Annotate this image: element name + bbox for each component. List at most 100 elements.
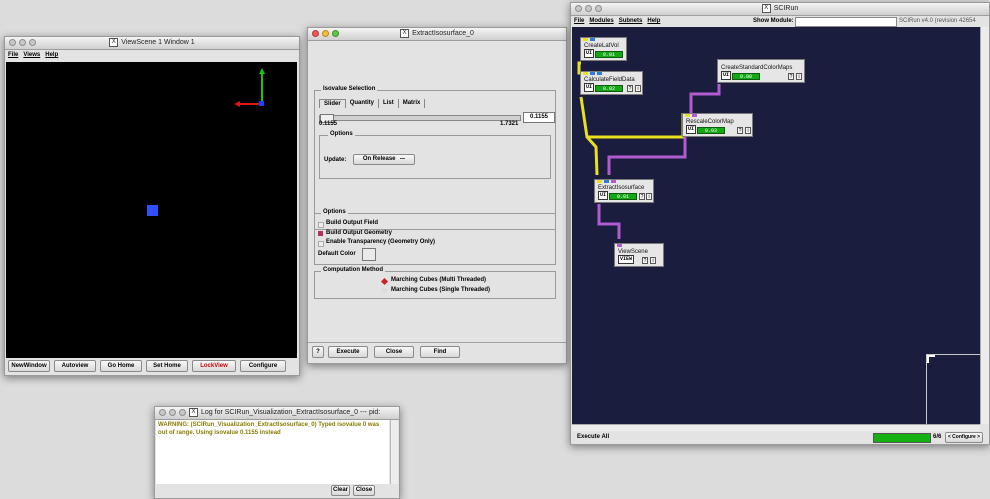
module-viewscene[interactable]: ViewScene VIEW ? i	[614, 243, 664, 267]
lockview-button[interactable]: LockView	[192, 360, 236, 372]
set-home-button[interactable]: Set Home	[146, 360, 188, 372]
menu-file[interactable]: File	[574, 16, 584, 26]
execute-button[interactable]: Execute	[328, 346, 368, 358]
module-ui-button[interactable]: UI	[721, 71, 732, 80]
tab-quantity[interactable]: Quantity	[346, 99, 380, 108]
extract-title: ExtractIsosurface_0	[412, 30, 474, 37]
build-field-checkbox[interactable]	[318, 222, 324, 228]
module-info-button[interactable]: i	[745, 127, 751, 134]
render-viewport[interactable]	[6, 62, 297, 358]
build-geometry-checkbox[interactable]	[318, 231, 323, 236]
tab-list[interactable]: List	[379, 99, 399, 108]
show-module-input[interactable]	[795, 17, 897, 27]
conn-calc-rescale	[587, 113, 685, 139]
zoom-window-button[interactable]	[29, 39, 36, 46]
tab-matrix[interactable]: Matrix	[399, 99, 426, 108]
log-message: WARNING: (SCIRun_Visualization_ExtractIs…	[158, 422, 380, 436]
menu-views[interactable]: Views	[23, 50, 40, 60]
show-module-label: Show Module:	[753, 18, 794, 24]
log-close-button[interactable]: Close	[353, 485, 375, 496]
module-info-button[interactable]: i	[646, 193, 652, 200]
module-help-button[interactable]: ?	[642, 257, 648, 264]
vertical-scrollbar[interactable]	[980, 27, 989, 424]
module-info-button[interactable]: i	[635, 85, 641, 92]
menu-modules[interactable]: Modules	[589, 16, 613, 26]
update-dropdown[interactable]: On Release	[353, 154, 415, 165]
scirun-menubar: File Modules Subnets Help Show Module: S…	[571, 16, 989, 27]
menu-help[interactable]: Help	[45, 50, 58, 60]
module-ui-button[interactable]: UI	[584, 83, 595, 92]
module-help-button[interactable]: ?	[639, 193, 645, 200]
isovalue-selection-label: Isovalue Selection	[321, 86, 378, 92]
configure-button[interactable]: Configure	[240, 360, 286, 372]
minimize-window-button[interactable]	[19, 39, 26, 46]
log-text-area[interactable]: WARNING: (SCIRun_Visualization_ExtractIs…	[156, 420, 389, 484]
minimize-window-button[interactable]	[585, 5, 592, 12]
module-ui-button[interactable]: UI	[686, 125, 697, 134]
minimize-window-button[interactable]	[322, 30, 329, 37]
overall-progress-fill	[874, 434, 930, 442]
autoview-button[interactable]: Autoview	[54, 360, 96, 372]
module-progress: 0.03	[697, 127, 725, 134]
clear-button[interactable]: Clear	[331, 485, 350, 496]
close-window-button[interactable]	[9, 39, 16, 46]
viewscene-titlebar[interactable]: X ViewScene 1 Window 1	[5, 37, 299, 50]
module-help-button[interactable]: ?	[737, 127, 743, 134]
isovalue-entry[interactable]: 0.1155	[523, 112, 555, 123]
close-window-button[interactable]	[159, 409, 166, 416]
isosurface-geometry	[147, 205, 158, 216]
axes-widget-icon	[234, 68, 265, 107]
execute-all-button[interactable]: Execute All	[577, 434, 609, 440]
conn-rescale-extract	[607, 133, 687, 175]
module-extractisosurface[interactable]: ExtractIsosurface UI 0.01 ? i	[594, 179, 654, 203]
multi-threaded-radio[interactable]	[380, 277, 389, 286]
module-ui-button[interactable]: VIEW	[618, 255, 635, 264]
module-ui-button[interactable]: UI	[584, 49, 595, 58]
module-createstandardcolormaps[interactable]: CreateStandardColorMaps UI 0.00 ? i	[717, 59, 805, 83]
find-button[interactable]: Find	[420, 346, 460, 358]
x11-icon: X	[109, 37, 119, 47]
overall-progress-bar	[873, 433, 931, 443]
tab-slider[interactable]: Slider	[319, 99, 346, 108]
menu-help[interactable]: Help	[647, 16, 660, 26]
single-threaded-radio[interactable]	[380, 286, 389, 295]
zoom-window-button[interactable]	[595, 5, 602, 12]
update-label: Update:	[324, 157, 347, 163]
log-scrollbar[interactable]	[390, 420, 398, 484]
extract-isosurface-window: X ExtractIsosurface_0 Isovalue Selection …	[307, 27, 567, 364]
default-color-swatch[interactable]	[362, 248, 376, 261]
module-info-button[interactable]: i	[796, 73, 802, 80]
zoom-window-button[interactable]	[179, 409, 186, 416]
close-window-button[interactable]	[312, 30, 319, 37]
close-button[interactable]: Close	[374, 346, 414, 358]
options-inner-label: Options	[328, 131, 355, 137]
module-calculatefielddata[interactable]: CalculateFieldData UI 0.02 ? i	[580, 71, 643, 95]
zoom-window-button[interactable]	[332, 30, 339, 37]
help-button[interactable]: ?	[312, 346, 324, 358]
module-ui-button[interactable]: UI	[598, 191, 609, 200]
log-window: X Log for SCIRun_Visualization_ExtractIso…	[154, 406, 400, 499]
menu-file[interactable]: File	[8, 50, 18, 60]
isovalue-slider[interactable]	[319, 114, 521, 123]
module-createlatvol[interactable]: CreateLatVol UI 0.01	[580, 37, 627, 61]
module-help-button[interactable]: ?	[627, 85, 633, 92]
menu-subnets[interactable]: Subnets	[619, 16, 643, 26]
version-label: SCIRun v4.0 (revision 42654	[899, 18, 976, 24]
mini-map[interactable]	[926, 354, 980, 424]
x11-icon: X	[761, 3, 771, 13]
newwindow-button[interactable]: NewWindow	[8, 360, 50, 372]
module-help-button[interactable]: ?	[788, 73, 794, 80]
log-titlebar[interactable]: X Log for SCIRun_Visualization_ExtractIso…	[155, 407, 399, 420]
go-home-button[interactable]: Go Home	[100, 360, 142, 372]
conn-colormaps-rescale	[689, 84, 721, 113]
minimize-window-button[interactable]	[169, 409, 176, 416]
transparency-checkbox[interactable]	[318, 241, 324, 247]
conn-extract-viewscene	[597, 204, 621, 239]
close-window-button[interactable]	[575, 5, 582, 12]
module-rescalecolormap[interactable]: RescaleColorMap UI 0.03 ? i	[682, 113, 753, 137]
scirun-titlebar[interactable]: X SCIRun	[571, 3, 989, 16]
scirun-configure-button[interactable]: < Configure >	[945, 432, 983, 443]
transparency-label: Enable Transparency (Geometry Only)	[326, 239, 436, 245]
module-info-button[interactable]: i	[650, 257, 656, 264]
extract-titlebar[interactable]: X ExtractIsosurface_0	[308, 28, 566, 41]
